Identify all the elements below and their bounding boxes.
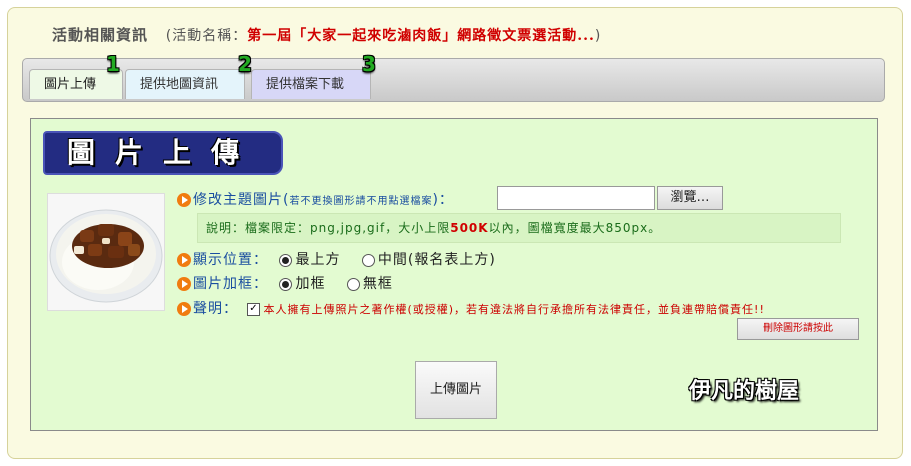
arrow-icon: [177, 302, 191, 316]
banner-text: 圖片上傳: [66, 136, 259, 169]
arrow-icon: [177, 277, 191, 291]
declare-checkbox[interactable]: ✓: [247, 302, 261, 316]
page-title: 活動相關資訊: [52, 26, 149, 44]
position-label: 顯示位置：: [193, 252, 268, 268]
declare-label: 聲明：: [193, 301, 238, 317]
tab-map-info[interactable]: 提供地圖資訊: [125, 69, 245, 99]
frame-on-label: 加框: [295, 276, 326, 292]
activity-label: (活動名稱：: [165, 28, 248, 44]
activity-close: ): [594, 28, 602, 44]
position-top-radio[interactable]: [279, 253, 293, 267]
change-image-row: 修改主題圖片(若不更換圖形請不用點選檔案)：: [177, 189, 454, 209]
frame-label: 圖片加框：: [193, 276, 268, 292]
position-top-label: 最上方: [295, 252, 341, 268]
tab-bar: 圖片上傳 提供地圖資訊 提供檔案下載: [22, 58, 885, 102]
tab-file-download-label: 提供檔案下載: [266, 77, 345, 92]
upload-image-button[interactable]: 上傳圖片: [415, 361, 497, 419]
change-image-close: )：: [432, 192, 454, 208]
position-middle-radio[interactable]: [361, 253, 375, 267]
note-prefix: 說明：檔案限定：png,jpg,gif，大小上限: [206, 221, 451, 235]
declare-text: 本人擁有上傳照片之著作權(或授權)，若有違法將自行承擔所有法律責任，並負連帶賠償…: [263, 303, 765, 316]
upload-panel: 圖片上傳 修改主題圖片(若不更換圖形請不用點選檔案)： 瀏覽… 說明：檔案限定：…: [30, 118, 878, 431]
tab-map-info-label: 提供地圖資訊: [140, 77, 219, 92]
frame-off-label: 無框: [362, 276, 393, 292]
arrow-icon: [177, 253, 191, 267]
change-image-label: 修改主題圖片(: [193, 192, 290, 208]
panel-banner: 圖片上傳: [43, 131, 283, 175]
change-image-hint: 若不更換圖形請不用點選檔案: [289, 196, 433, 207]
tab-image-upload-label: 圖片上傳: [44, 77, 97, 92]
watermark: 伊凡的樹屋: [689, 378, 800, 404]
note-suffix: 以內，圖檔寬度最大850px。: [488, 221, 662, 235]
declare-row: 聲明： ✓ 本人擁有上傳照片之著作權(或授權)，若有違法將自行承擔所有法律責任，並…: [177, 298, 765, 318]
frame-off-radio[interactable]: [346, 277, 360, 291]
rice-bowl-image: [48, 194, 164, 310]
food-photo: [47, 193, 165, 311]
tab-number-1: 1: [106, 52, 120, 76]
tab-number-3: 3: [362, 52, 376, 76]
delete-image-button[interactable]: 刪除圖形請按此: [737, 318, 859, 340]
activity-name: 第一屆「大家一起來吃滷肉飯」網路徵文票選活動...: [247, 28, 595, 44]
arrow-icon: [177, 193, 191, 207]
frame-on-radio[interactable]: [279, 277, 293, 291]
tab-number-2: 2: [238, 52, 252, 76]
position-middle-label: 中間(報名表上方): [377, 252, 496, 268]
upload-note: 說明：檔案限定：png,jpg,gif，大小上限500K以內，圖檔寬度最大850…: [197, 213, 841, 243]
header: 活動相關資訊 (活動名稱：第一屆「大家一起來吃滷肉飯」網路徵文票選活動...): [52, 24, 601, 45]
file-input[interactable]: [497, 186, 655, 210]
frame-row: 圖片加框： 加框 無框: [177, 273, 393, 293]
note-limit: 500K: [450, 221, 489, 235]
browse-button[interactable]: 瀏覽…: [657, 186, 723, 210]
position-row: 顯示位置： 最上方 中間(報名表上方): [177, 249, 496, 269]
tab-file-download[interactable]: 提供檔案下載: [251, 69, 371, 99]
